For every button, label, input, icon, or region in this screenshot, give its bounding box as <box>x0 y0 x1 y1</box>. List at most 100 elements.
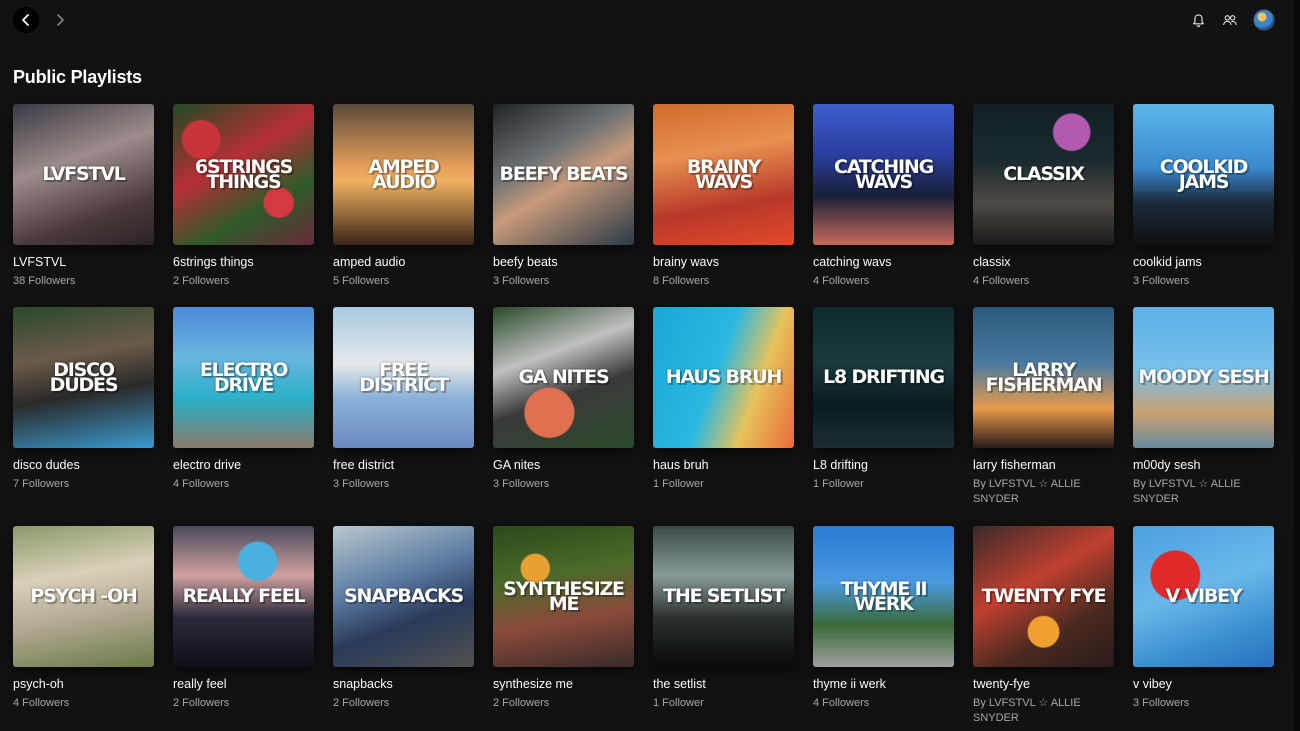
playlist-title[interactable]: catching wavs <box>813 255 955 269</box>
playlist-card[interactable]: PSYCH -OH psych-oh 4 Followers <box>13 526 155 711</box>
playlist-card[interactable]: BRAINY WAVS brainy wavs 8 Followers <box>653 104 795 289</box>
playlist-cover-image[interactable]: LARRY FISHERMAN <box>973 307 1114 448</box>
playlist-card[interactable]: MOODY SESH m00dy sesh By LVFSTVL ☆ ALLIE S… <box>1133 307 1275 507</box>
playlist-title[interactable]: free district <box>333 458 475 472</box>
playlist-card[interactable]: THE SETLIST the setlist 1 Follower <box>653 526 795 711</box>
notifications-button[interactable] <box>1187 9 1209 31</box>
playlist-title[interactable]: LVFSTVL <box>13 255 155 269</box>
playlist-cover-image[interactable]: L8 DRIFTING <box>813 307 954 448</box>
playlist-cover-image[interactable]: LVFSTVL <box>13 104 154 245</box>
playlist-cover-text: TWENTY FYE <box>981 585 1107 607</box>
playlist-title[interactable]: v vibey <box>1133 677 1275 691</box>
scrollbar[interactable] <box>1294 0 1300 731</box>
playlist-card[interactable]: BEEFY BEATS beefy beats 3 Followers <box>493 104 635 289</box>
playlist-card[interactable]: FREE DISTRICT free district 3 Followers <box>333 307 475 492</box>
user-avatar[interactable] <box>1253 9 1275 31</box>
playlist-cover-image[interactable]: ELECTRO DRIVE <box>173 307 314 448</box>
playlist-card[interactable]: CATCHING WAVS catching wavs 4 Followers <box>813 104 955 289</box>
playlist-card[interactable]: ELECTRO DRIVE electro drive 4 Followers <box>173 307 315 492</box>
playlist-subtitle: 3 Followers <box>333 478 390 490</box>
playlist-cover-text: GA NITES <box>518 366 610 388</box>
chevron-left-icon <box>22 14 29 26</box>
playlist-card[interactable]: HAUS BRUH haus bruh 1 Follower <box>653 307 795 492</box>
back-button[interactable] <box>13 7 39 33</box>
playlist-card[interactable]: V VIBEY v vibey 3 Followers <box>1133 526 1275 711</box>
playlist-title[interactable]: GA nites <box>493 458 635 472</box>
playlist-card[interactable]: 6STRINGS THINGS 6strings things 2 Follower… <box>173 104 315 289</box>
section-title: Public Playlists <box>13 67 142 87</box>
playlist-cover-text: ELECTRO DRIVE <box>199 358 289 396</box>
playlist-card[interactable]: SNAPBACKS snapbacks 2 Followers <box>333 526 475 711</box>
playlist-cover-text: DISCO DUDES <box>49 358 119 396</box>
playlist-title[interactable]: amped audio <box>333 255 475 269</box>
playlist-title[interactable]: electro drive <box>173 458 315 472</box>
playlist-subtitle: By LVFSTVL ☆ ALLIE SNYDER <box>1133 478 1241 505</box>
friend-activity-button[interactable] <box>1219 9 1241 31</box>
playlist-title[interactable]: psych-oh <box>13 677 155 691</box>
playlist-card[interactable]: COOLKID JAMS coolkid jams 3 Followers <box>1133 104 1275 289</box>
playlist-subtitle: By LVFSTVL ☆ ALLIE SNYDER <box>973 478 1081 505</box>
playlist-card[interactable]: AMPED AUDIO amped audio 5 Followers <box>333 104 475 289</box>
playlist-cover-image[interactable]: COOLKID JAMS <box>1133 104 1274 245</box>
playlist-subtitle: 3 Followers <box>1133 275 1190 287</box>
playlist-subtitle: 4 Followers <box>813 697 870 709</box>
playlist-title[interactable]: thyme ii werk <box>813 677 955 691</box>
playlist-title[interactable]: twenty-fye <box>973 677 1115 691</box>
playlist-cover-image[interactable]: FREE DISTRICT <box>333 307 474 448</box>
forward-button[interactable] <box>47 7 73 33</box>
playlist-title[interactable]: haus bruh <box>653 458 795 472</box>
playlist-subtitle: 4 Followers <box>13 697 70 709</box>
playlist-cover-text: CLASSIX <box>1003 163 1085 185</box>
playlist-cover-image[interactable]: CATCHING WAVS <box>813 104 954 245</box>
playlist-cover-image[interactable]: CLASSIX <box>973 104 1114 245</box>
playlist-card[interactable]: REALLY FEEL really feel 2 Followers <box>173 526 315 711</box>
playlist-card[interactable]: CLASSIX classix 4 Followers <box>973 104 1115 289</box>
playlist-cover-image[interactable]: HAUS BRUH <box>653 307 794 448</box>
playlist-cover-image[interactable]: V VIBEY <box>1133 526 1274 667</box>
playlist-title[interactable]: larry fisherman <box>973 458 1115 472</box>
playlist-cover-image[interactable]: THE SETLIST <box>653 526 794 667</box>
playlist-title[interactable]: synthesize me <box>493 677 635 691</box>
playlist-cover-image[interactable]: TWENTY FYE <box>973 526 1114 667</box>
playlist-card[interactable]: LVFSTVL LVFSTVL 38 Followers <box>13 104 155 289</box>
playlist-card[interactable]: TWENTY FYE twenty-fye By LVFSTVL ☆ ALLIE S… <box>973 526 1115 726</box>
playlist-title[interactable]: 6strings things <box>173 255 315 269</box>
playlist-cover-image[interactable]: GA NITES <box>493 307 634 448</box>
playlist-title[interactable]: classix <box>973 255 1115 269</box>
playlist-card[interactable]: SYNTHESIZE ME synthesize me 2 Followers <box>493 526 635 711</box>
playlist-cover-text: V VIBEY <box>1165 585 1243 607</box>
playlist-card[interactable]: DISCO DUDES disco dudes 7 Followers <box>13 307 155 492</box>
playlist-cover-image[interactable]: REALLY FEEL <box>173 526 314 667</box>
playlist-cover-image[interactable]: THYME II WERK <box>813 526 954 667</box>
playlist-title[interactable]: brainy wavs <box>653 255 795 269</box>
playlist-subtitle: 38 Followers <box>13 275 76 287</box>
playlist-title[interactable]: m00dy sesh <box>1133 458 1275 472</box>
playlist-card[interactable]: LARRY FISHERMAN larry fisherman By LVFSTVL… <box>973 307 1115 507</box>
playlist-cover-text: BEEFY BEATS <box>499 163 629 185</box>
playlist-title[interactable]: coolkid jams <box>1133 255 1275 269</box>
playlist-cover-image[interactable]: PSYCH -OH <box>13 526 154 667</box>
playlist-subtitle: 4 Followers <box>173 478 230 490</box>
playlist-cover-image[interactable]: BRAINY WAVS <box>653 104 794 245</box>
playlist-title[interactable]: really feel <box>173 677 315 691</box>
playlist-title[interactable]: snapbacks <box>333 677 475 691</box>
playlist-cover-image[interactable]: AMPED AUDIO <box>333 104 474 245</box>
playlist-card[interactable]: L8 DRIFTING L8 drifting 1 Follower <box>813 307 955 492</box>
playlist-cover-image[interactable]: SNAPBACKS <box>333 526 474 667</box>
playlist-card[interactable]: GA NITES GA nites 3 Followers <box>493 307 635 492</box>
top-bar <box>0 0 1300 40</box>
playlist-title[interactable]: disco dudes <box>13 458 155 472</box>
playlist-card[interactable]: THYME II WERK thyme ii werk 4 Followers <box>813 526 955 711</box>
friends-icon <box>1223 14 1237 25</box>
playlist-title[interactable]: L8 drifting <box>813 458 955 472</box>
playlist-title[interactable]: the setlist <box>653 677 795 691</box>
playlist-subtitle: 1 Follower <box>653 478 704 490</box>
playlist-cover-image[interactable]: SYNTHESIZE ME <box>493 526 634 667</box>
playlist-cover-image[interactable]: 6STRINGS THINGS <box>173 104 314 245</box>
playlist-cover-text: 6STRINGS THINGS <box>194 155 293 193</box>
playlist-subtitle: 3 Followers <box>1133 697 1190 709</box>
playlist-title[interactable]: beefy beats <box>493 255 635 269</box>
playlist-cover-image[interactable]: DISCO DUDES <box>13 307 154 448</box>
playlist-cover-image[interactable]: BEEFY BEATS <box>493 104 634 245</box>
playlist-cover-image[interactable]: MOODY SESH <box>1133 307 1274 448</box>
